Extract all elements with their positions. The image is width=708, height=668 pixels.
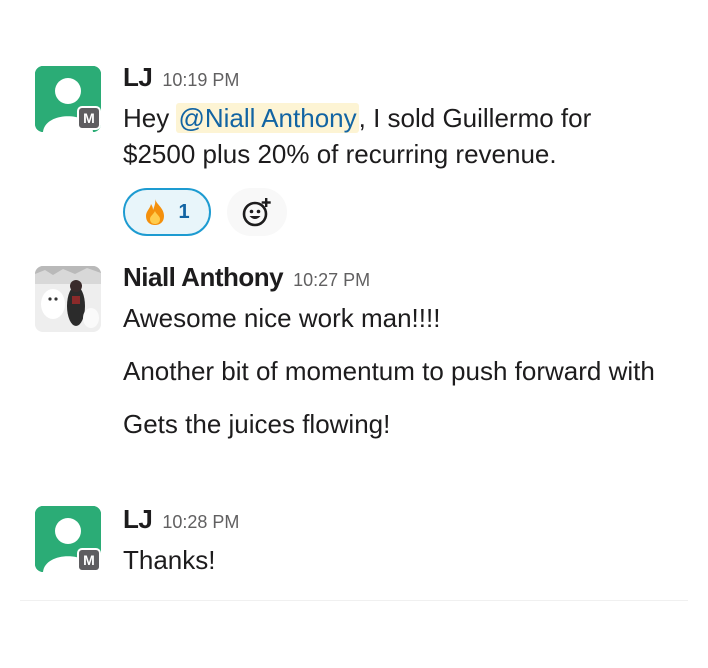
sender-name[interactable]: Niall Anthony: [123, 262, 284, 293]
message-line: Awesome nice work man!!!!: [123, 303, 441, 333]
timestamp[interactable]: 10:19 PM: [162, 70, 239, 91]
add-emoji-icon: [242, 198, 271, 227]
member-badge: M: [77, 106, 101, 130]
reaction-fire[interactable]: 1: [123, 188, 211, 236]
member-badge: M: [77, 548, 101, 572]
sender-name[interactable]: LJ: [123, 504, 153, 535]
message-line: Gets the juices flowing!: [123, 409, 391, 439]
add-reaction-button[interactable]: [227, 188, 287, 236]
reaction-count: 1: [178, 200, 190, 223]
divider: [20, 600, 688, 601]
message-text: Thanks!: [123, 545, 216, 575]
sender-name[interactable]: LJ: [123, 62, 153, 93]
user-mention[interactable]: @Niall Anthony: [176, 103, 359, 133]
fire-icon: [146, 199, 165, 225]
timestamp[interactable]: 10:28 PM: [162, 512, 239, 533]
timestamp[interactable]: 10:27 PM: [293, 270, 370, 291]
avatar[interactable]: [35, 266, 101, 332]
message-line: Another bit of momentum to push forward …: [123, 356, 655, 386]
message-text: Hey @Niall Anthony, I sold Guillermo for…: [123, 103, 592, 169]
profile-photo: [35, 266, 101, 332]
